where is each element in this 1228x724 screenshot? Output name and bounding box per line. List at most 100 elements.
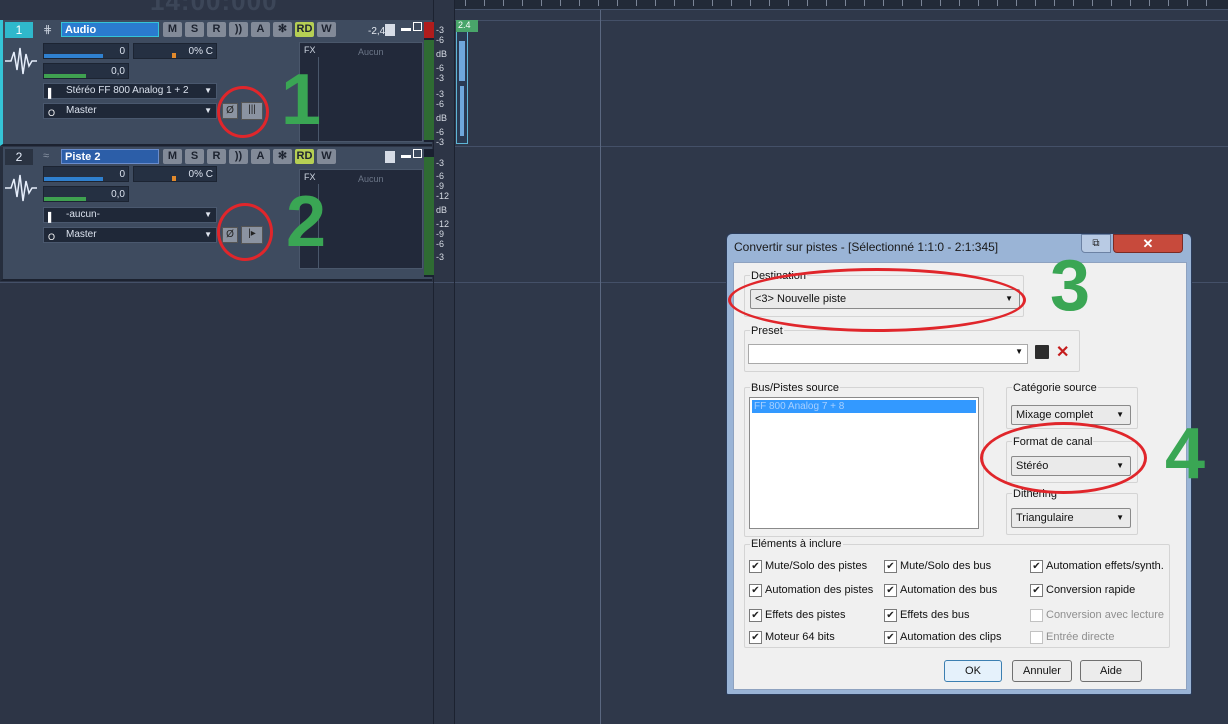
volume-fader[interactable]: 0 <box>43 43 129 59</box>
checkbox-bus-automation[interactable]: ✔ Automation des bus <box>884 584 997 597</box>
archive-button[interactable]: A <box>251 149 270 164</box>
track-handle-icon[interactable]: ⋕ <box>43 23 52 36</box>
checkbox-fx-synth-automation[interactable]: ✔ Automation effets/synth. <box>1030 560 1164 573</box>
ruler-tick <box>940 0 941 6</box>
read-automation-button[interactable]: RD <box>295 22 314 37</box>
track-1[interactable]: 1 ⋕ Audio M S R )) A ✻ RD W -2,4 ▬ 0 0% … <box>0 20 434 146</box>
annotation-number-1: 1 <box>281 60 322 140</box>
trim-fader[interactable]: 0,0 <box>43 63 129 79</box>
checkbox-bus-mute-solo[interactable]: ✔ Mute/Solo des bus <box>884 560 991 573</box>
fx-empty-label: Aucun <box>358 174 384 184</box>
checkbox-track-mute-solo[interactable]: ✔ Mute/Solo des pistes <box>749 560 867 573</box>
close-button[interactable]: ✕ <box>1113 234 1183 253</box>
track-number[interactable]: 2 <box>5 149 33 165</box>
checkbox-clip-automation[interactable]: ✔ Automation des clips <box>884 631 1002 644</box>
ruler-tick <box>674 0 675 6</box>
checkbox-track-effects[interactable]: ✔ Effets des pistes <box>749 609 846 622</box>
track-name[interactable]: Audio <box>61 22 159 37</box>
ruler-tick <box>845 0 846 6</box>
annotation-circle <box>217 86 269 138</box>
ruler-tick <box>693 0 694 6</box>
freeze-button[interactable]: ✻ <box>273 149 292 164</box>
ruler-tick <box>1073 0 1074 6</box>
checkbox-64bit-engine[interactable]: ✔ Moteur 64 bits <box>749 631 835 644</box>
output-select[interactable]: O Master ▼ <box>43 227 217 243</box>
checkbox-audible-bounce[interactable]: Conversion avec lecture <box>1030 609 1164 622</box>
chevron-down-icon: ▼ <box>204 106 212 115</box>
ruler-tick <box>617 0 618 6</box>
ruler-tick <box>997 0 998 6</box>
maximize-icon[interactable] <box>413 149 422 158</box>
ruler-tick <box>1035 0 1036 6</box>
preset-label: Preset <box>750 325 784 337</box>
archive-button[interactable]: A <box>251 22 270 37</box>
delete-preset-icon[interactable]: ✕ <box>1056 342 1069 362</box>
source-listbox[interactable]: FF 800 Analog 7 + 8 <box>749 397 979 529</box>
audio-track-icon <box>5 174 37 202</box>
timecode-display: 14:00:000 <box>150 0 278 16</box>
ruler-tick <box>921 0 922 6</box>
minimize-icon[interactable]: ▬ <box>401 150 411 161</box>
track-number[interactable]: 1 <box>5 22 33 38</box>
mute-button[interactable]: M <box>163 22 182 37</box>
ruler-tick <box>1168 0 1169 6</box>
checkbox-fast-bounce[interactable]: ✔ Conversion rapide <box>1030 584 1135 597</box>
dithering-select[interactable]: Triangulaire ▼ <box>1011 508 1131 528</box>
cancel-button[interactable]: Annuler <box>1012 660 1072 682</box>
input-echo-button[interactable]: )) <box>229 22 248 37</box>
input-select[interactable]: ▌ -aucun- ▼ <box>43 207 217 223</box>
minimize-icon[interactable]: ▬ <box>401 23 411 34</box>
volume-fader[interactable]: 0 <box>43 166 129 182</box>
save-preset-icon[interactable] <box>1035 345 1049 359</box>
pan-fader[interactable]: 0% C <box>133 166 217 182</box>
preset-input[interactable]: ▼ <box>748 344 1028 364</box>
write-automation-button[interactable]: W <box>317 149 336 164</box>
audio-clip[interactable] <box>456 20 468 144</box>
input-echo-button[interactable]: )) <box>229 149 248 164</box>
include-label: Eléments à inclure <box>750 538 843 550</box>
track-name[interactable]: Piste 2 <box>61 149 159 164</box>
pan-fader[interactable]: 0% C <box>133 43 217 59</box>
ruler-tick <box>1187 0 1188 6</box>
pan-marker <box>172 53 176 58</box>
chevron-down-icon: ▼ <box>1116 513 1124 522</box>
ruler-tick <box>560 0 561 6</box>
ruler-tick <box>1111 0 1112 6</box>
ok-button[interactable]: OK <box>944 660 1002 682</box>
freeze-button[interactable]: ✻ <box>273 22 292 37</box>
record-arm-button[interactable]: R <box>207 22 226 37</box>
read-automation-button[interactable]: RD <box>295 149 314 164</box>
ruler-tick <box>769 0 770 6</box>
checkbox-track-automation[interactable]: ✔ Automation des pistes <box>749 584 873 597</box>
maximize-icon[interactable] <box>413 22 422 31</box>
ruler-tick <box>484 0 485 6</box>
checkbox-bus-effects[interactable]: ✔ Effets des bus <box>884 609 970 622</box>
ruler-tick <box>1054 0 1055 6</box>
meter-options-icon[interactable] <box>385 151 395 163</box>
mute-button[interactable]: M <box>163 149 182 164</box>
fx-empty-label: Aucun <box>358 47 384 57</box>
checkbox-direct-input[interactable]: Entrée directe <box>1030 631 1114 644</box>
input-select[interactable]: ▌ Stéréo FF 800 Analog 1 + 2 ▼ <box>43 83 217 99</box>
track-handle-icon[interactable]: ≈ <box>43 150 49 162</box>
ruler-tick <box>826 0 827 6</box>
ruler-tick <box>959 0 960 6</box>
ruler-tick <box>598 0 599 6</box>
solo-button[interactable]: S <box>185 22 204 37</box>
audio-track-icon <box>5 47 37 75</box>
track-2[interactable]: 2 ≈ Piste 2 M S R )) A ✻ RD W ▬ 0 0% C 0… <box>0 147 434 281</box>
chevron-down-icon: ▼ <box>204 86 212 95</box>
annotation-circle <box>980 422 1147 494</box>
help-button[interactable]: Aide <box>1080 660 1142 682</box>
output-icon: O <box>48 232 56 242</box>
list-item[interactable]: FF 800 Analog 7 + 8 <box>752 400 976 413</box>
ruler-tick <box>978 0 979 6</box>
timeline-ruler[interactable] <box>455 0 1228 10</box>
ruler-tick <box>902 0 903 6</box>
meter-options-icon[interactable] <box>385 24 395 36</box>
record-arm-button[interactable]: R <box>207 149 226 164</box>
solo-button[interactable]: S <box>185 149 204 164</box>
write-automation-button[interactable]: W <box>317 22 336 37</box>
trim-fader[interactable]: 0,0 <box>43 186 129 202</box>
output-select[interactable]: O Master ▼ <box>43 103 217 119</box>
